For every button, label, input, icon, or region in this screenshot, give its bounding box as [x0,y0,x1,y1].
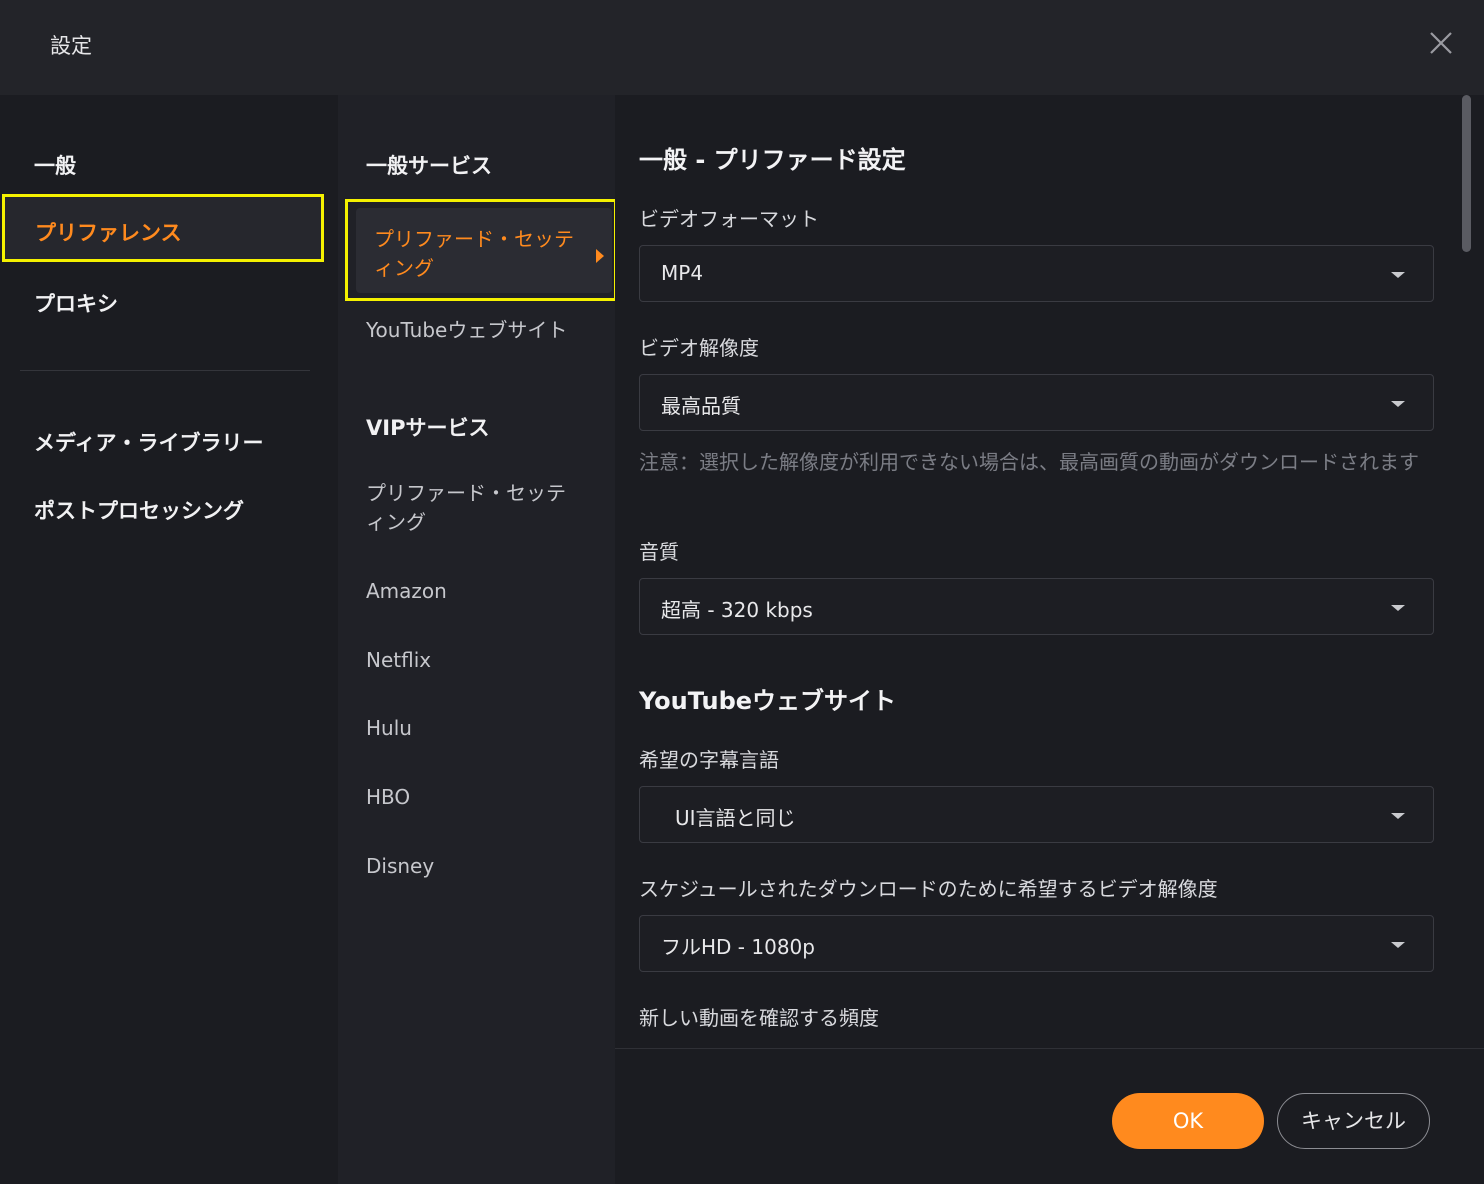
subnav-item-disney[interactable]: Disney [366,852,576,881]
caret-right-icon [596,249,604,263]
subnav-item-amazon[interactable]: Amazon [366,577,576,606]
subnav-item-hulu[interactable]: Hulu [366,714,576,743]
subtitle-language-select[interactable]: UI言語と同じ [639,786,1434,843]
sidebar: 一般 プリファレンス プロキシ メディア・ライブラリー ポストプロセッシング [0,95,338,1184]
subnav-item-preferred-settings[interactable]: プリファード・セッティング [345,199,617,301]
subnav-item-youtube[interactable]: YouTubeウェブサイト [366,316,576,345]
cancel-button[interactable]: キャンセル [1277,1093,1430,1149]
subnav-item-netflix[interactable]: Netflix [366,646,576,675]
title-bar: 設定 [0,0,1484,95]
section-title-youtube: YouTubeウェブサイト [639,687,897,715]
chevron-down-icon [1391,272,1405,278]
window-title: 設定 [50,34,92,58]
subnav-item-hbo[interactable]: HBO [366,783,576,812]
close-icon[interactable] [1424,26,1458,60]
audio-quality-value: 超高 - 320 kbps [661,598,813,622]
check-frequency-label: 新しい動画を確認する頻度 [639,1006,879,1030]
video-format-label: ビデオフォーマット [639,207,819,231]
chevron-down-icon [1391,401,1405,407]
scrollbar[interactable] [1462,95,1471,252]
video-format-value: MP4 [661,261,704,285]
sidebar-item-post-processing[interactable]: ポストプロセッシング [34,495,244,525]
sidebar-divider [20,370,310,371]
sidebar-item-general[interactable]: 一般 [34,150,76,180]
section-title-general: 一般 - プリファード設定 [639,146,906,174]
resolution-note: 注意：選択した解像度が利用できない場合は、最高画質の動画がダウンロードされます [639,450,1419,474]
chevron-down-icon [1391,813,1405,819]
video-format-select[interactable]: MP4 [639,245,1434,302]
subtitle-language-label: 希望の字幕言語 [639,748,779,772]
video-resolution-select[interactable]: 最高品質 [639,374,1434,431]
footer-divider [615,1048,1484,1049]
chevron-down-icon [1391,605,1405,611]
chevron-down-icon [1391,942,1405,948]
scheduled-resolution-value: フルHD - 1080p [661,935,815,959]
sidebar-item-proxy[interactable]: プロキシ [34,288,118,318]
video-resolution-label: ビデオ解像度 [639,336,759,360]
sidebar-item-preferences[interactable]: プリファレンス [2,194,324,262]
vip-services-header: VIPサービス [366,416,490,440]
sidebar-item-media-library[interactable]: メディア・ライブラリー [34,427,264,457]
scheduled-resolution-label: スケジュールされたダウンロードのために希望するビデオ解像度 [639,877,1218,901]
video-resolution-value: 最高品質 [661,394,741,418]
sidebar-item-label: プリファレンス [35,221,182,245]
subnav-item-vip-preferred-settings[interactable]: プリファード・セッティング [366,479,576,537]
settings-panel: 一般 - プリファード設定 ビデオフォーマット MP4 ビデオ解像度 最高品質 … [615,95,1484,1184]
audio-quality-label: 音質 [639,540,679,564]
audio-quality-select[interactable]: 超高 - 320 kbps [639,578,1434,635]
general-services-header: 一般サービス [366,154,492,178]
scheduled-resolution-select[interactable]: フルHD - 1080p [639,915,1434,972]
ok-button[interactable]: OK [1112,1093,1264,1149]
subnav-item-label: プリファード・セッティング [374,227,574,280]
subtitle-language-value: UI言語と同じ [675,806,796,830]
service-nav: 一般サービス プリファード・セッティング YouTubeウェブサイト VIPサー… [338,95,617,1184]
